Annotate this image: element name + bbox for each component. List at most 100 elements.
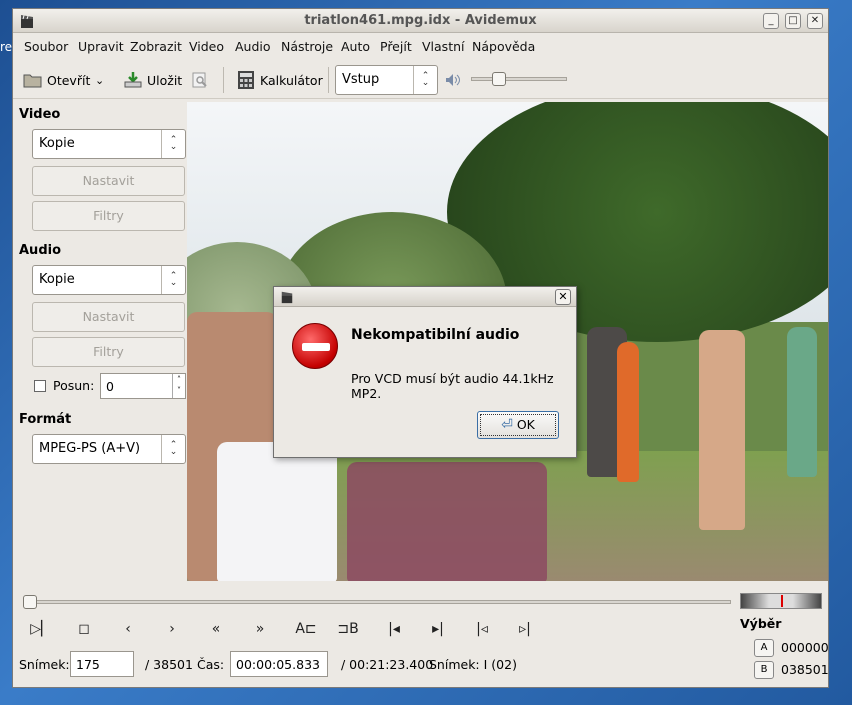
marker-b-label: B xyxy=(349,621,359,637)
time-value: 00:00:05.833 xyxy=(236,657,320,672)
save-button[interactable]: Uložit xyxy=(123,69,182,91)
menu-video[interactable]: Video xyxy=(189,39,224,54)
calculator-icon xyxy=(238,71,254,89)
toolbar: Otevřít ⌄ Uložit Kalkulátor Vstup ⌃ ⌄ xyxy=(13,61,828,99)
goto-start-button[interactable]: |◂ xyxy=(382,621,406,637)
spin-arrows-icon: ˄ ˅ xyxy=(172,374,185,398)
athlete xyxy=(699,330,745,530)
updown-arrows-icon: ⌃ ⌄ xyxy=(161,130,185,158)
goto-marker-b-button[interactable]: ▹| xyxy=(513,621,537,637)
volume-slider[interactable] xyxy=(471,72,567,86)
format-section-label: Formát xyxy=(19,412,72,427)
folder-icon xyxy=(23,74,42,88)
frame-total: / 38501 xyxy=(145,657,193,672)
goto-end-button[interactable]: ▸| xyxy=(426,621,450,637)
menu-audio[interactable]: Audio xyxy=(235,39,271,54)
timeline-track xyxy=(23,600,731,604)
menu-nastroje[interactable]: Nástroje xyxy=(281,39,333,54)
format-select[interactable]: MPEG-PS (A+V) ⌃ ⌄ xyxy=(32,434,186,464)
next-keyframe-button[interactable]: » xyxy=(248,621,272,637)
audio-codec-value: Kopie xyxy=(39,272,75,287)
open-label: Otevřít xyxy=(47,72,91,88)
set-marker-a-button[interactable]: A⊏ xyxy=(291,621,321,637)
marker-a-label: A xyxy=(295,621,305,637)
video-section-label: Video xyxy=(19,107,61,122)
shift-label: Posun: xyxy=(53,378,95,393)
goto-marker-a-button[interactable]: |◃ xyxy=(470,621,494,637)
jog-indicator xyxy=(781,595,783,607)
spectator-orange xyxy=(617,342,639,482)
view-mode-select[interactable]: Vstup ⌃ ⌄ xyxy=(335,65,438,95)
shift-value: 0 xyxy=(106,379,114,394)
next-frame-button[interactable]: › xyxy=(160,621,184,637)
volume-knob[interactable] xyxy=(492,72,506,86)
updown-arrows-icon: ⌃ ⌄ xyxy=(161,266,185,294)
video-codec-value: Kopie xyxy=(39,136,75,151)
video-configure-button[interactable]: Nastavit xyxy=(32,166,185,196)
audio-section-label: Audio xyxy=(19,243,62,258)
maximize-button[interactable]: □ xyxy=(785,13,801,29)
updown-arrows-icon: ⌃ ⌄ xyxy=(413,66,437,94)
format-value: MPEG-PS (A+V) xyxy=(39,441,141,456)
video-filters-button[interactable]: Filtry xyxy=(32,201,185,231)
time-input[interactable]: 00:00:05.833 xyxy=(230,651,328,677)
selection-label: Výběr xyxy=(740,616,782,631)
menu-vlastni[interactable]: Vlastní xyxy=(422,39,465,54)
spectator-white xyxy=(217,442,337,581)
dialog-heading: Nekompatibilní audio xyxy=(351,327,520,343)
audio-codec-select[interactable]: Kopie ⌃ ⌄ xyxy=(32,265,186,295)
dialog-title-bar[interactable]: ✕ xyxy=(274,287,576,307)
dialog-close-button[interactable]: ✕ xyxy=(555,289,571,305)
calculator-label: Kalkulátor xyxy=(260,72,323,88)
ok-button[interactable]: ⏎ OK xyxy=(477,411,559,439)
desktop-edge-text: re xyxy=(0,40,13,54)
error-dialog: ✕ Nekompatibilní audio Pro VCD musí být … xyxy=(273,286,577,458)
video-codec-select[interactable]: Kopie ⌃ ⌄ xyxy=(32,129,186,159)
menu-soubor[interactable]: Soubor xyxy=(24,39,68,54)
preview-button[interactable] xyxy=(191,69,209,91)
marker-b-value: 038501 xyxy=(781,662,829,677)
chevron-down-icon: ⌄ xyxy=(95,73,105,87)
set-marker-b-button[interactable]: ⊐B xyxy=(333,621,363,637)
prev-frame-button[interactable]: ‹ xyxy=(116,621,140,637)
close-button[interactable]: ✕ xyxy=(807,13,823,29)
time-total: / 00:21:23.400 xyxy=(341,657,434,672)
open-dropdown[interactable]: ⌄ xyxy=(95,69,104,91)
main-window: triatlon461.mpg.idx - Avidemux _ □ ✕ Sou… xyxy=(12,8,829,688)
enter-arrow-icon: ⏎ xyxy=(501,417,513,433)
toolbar-separator xyxy=(328,67,329,93)
play-button[interactable]: ▷▏ xyxy=(29,621,53,637)
shift-spinner[interactable]: 0 ˄ ˅ xyxy=(100,373,186,399)
view-mode-value: Vstup xyxy=(342,72,380,87)
menu-napoveda[interactable]: Nápověda xyxy=(472,39,535,54)
timeline-slider[interactable] xyxy=(19,595,735,609)
frame-input[interactable]: 175 xyxy=(70,651,134,677)
stop-button[interactable]: ◻ xyxy=(72,621,96,637)
frame-type: Snímek: I (02) xyxy=(429,657,517,672)
audio-configure-button[interactable]: Nastavit xyxy=(32,302,185,332)
timeline-knob[interactable] xyxy=(23,595,37,609)
title-bar[interactable]: triatlon461.mpg.idx - Avidemux _ □ ✕ xyxy=(13,9,828,33)
toolbar-separator xyxy=(223,67,224,93)
menu-bar: Soubor Upravit Zobrazit Video Audio Nást… xyxy=(13,35,828,59)
open-button[interactable]: Otevřít xyxy=(23,69,90,91)
calculator-button[interactable]: Kalkulátor xyxy=(236,69,323,91)
speaker-icon xyxy=(446,74,460,86)
download-save-icon xyxy=(124,72,142,88)
menu-upravit[interactable]: Upravit xyxy=(78,39,124,54)
error-icon xyxy=(292,323,338,369)
marker-b-button[interactable]: B xyxy=(754,661,774,679)
minimize-button[interactable]: _ xyxy=(763,13,779,29)
time-label: Čas: xyxy=(197,657,225,672)
ok-label: OK xyxy=(516,417,535,432)
dialog-message: Pro VCD musí být audio 44.1kHz MP2. xyxy=(351,371,554,401)
menu-prejit[interactable]: Přejít xyxy=(380,39,412,54)
menu-zobrazit[interactable]: Zobrazit xyxy=(130,39,182,54)
jog-shuttle[interactable] xyxy=(740,593,822,609)
audio-filters-button[interactable]: Filtry xyxy=(32,337,185,367)
marker-a-value: 000000 xyxy=(781,640,829,655)
marker-a-button[interactable]: A xyxy=(754,639,774,657)
menu-auto[interactable]: Auto xyxy=(341,39,370,54)
shift-checkbox[interactable] xyxy=(34,380,46,392)
prev-keyframe-button[interactable]: « xyxy=(204,621,228,637)
